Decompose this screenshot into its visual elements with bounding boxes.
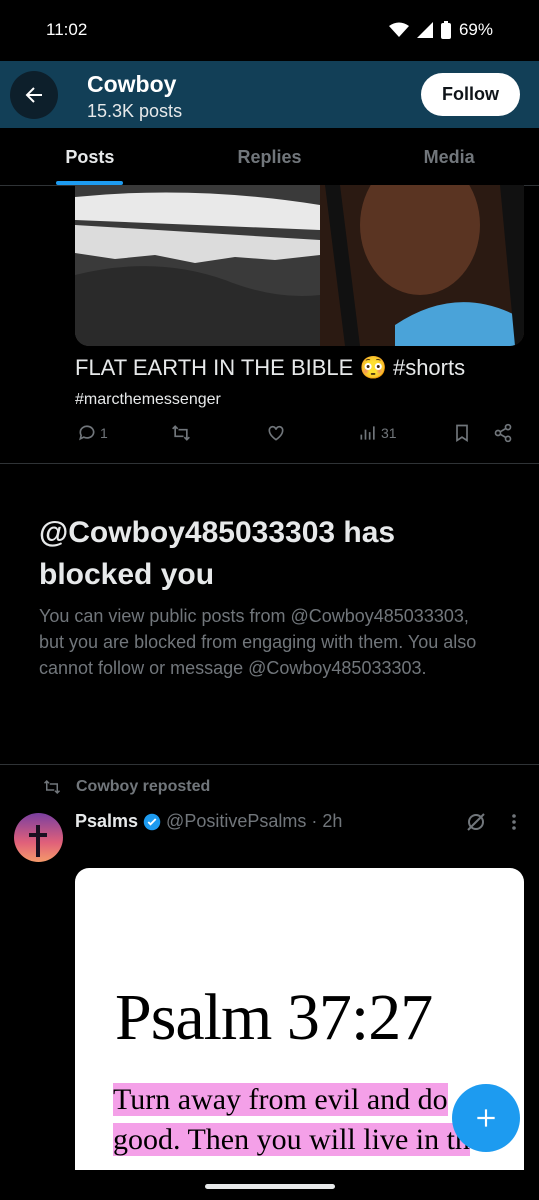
post-count: 15.3K posts [87,101,183,121]
image-heading: Psalm 37:27 [115,981,433,1054]
views-button[interactable]: 31 [358,423,397,443]
wifi-icon [388,22,409,37]
author-handle: @PositivePsalms · 2h [166,811,343,831]
blocked-title: @Cowboy485033303 has blocked you [39,516,396,591]
post-hashtag[interactable]: #marcthemessenger [75,391,221,409]
battery-level: 69% [458,20,493,39]
profile-name: Cowboy [87,71,177,97]
grok-icon [467,813,485,831]
profile-tabs: Posts Replies Media [0,128,539,186]
verse-line: good. Then you will live in th [113,1123,470,1156]
verse-line: Turn away from evil and do [113,1083,448,1116]
blocked-description: You can view public posts from @Cowboy48… [39,606,477,678]
status-icons: 69% [388,20,493,40]
like-button[interactable] [265,423,287,443]
repost-icon [172,425,190,441]
gesture-handle[interactable] [205,1184,335,1189]
tab-replies[interactable]: Replies [180,128,360,185]
bookmark-icon [456,424,468,443]
more-icon [512,814,516,830]
reply-count: 1 [100,425,108,441]
profile-header: Cowboy 15.3K posts Follow [0,61,539,128]
views-icon [360,426,375,440]
repost-label: Cowboy reposted [76,778,211,795]
tab-label: Posts [65,147,115,167]
post-actions: 1 31 [75,423,525,449]
follow-button[interactable]: Follow [421,73,520,116]
views-count: 31 [381,425,397,441]
tab-media[interactable]: Media [359,128,539,185]
compose-icon [477,1109,495,1127]
tab-posts[interactable]: Posts [0,128,180,185]
share-icon [494,423,512,443]
divider [0,764,539,765]
compose-button[interactable] [452,1084,520,1152]
back-arrow-icon [25,87,42,103]
bookmark-button[interactable] [452,423,472,443]
repost-icon [43,779,61,795]
post-author[interactable]: Psalms @PositivePsalms · 2h [75,811,342,832]
back-button[interactable] [10,71,58,119]
like-icon [268,425,284,441]
share-button[interactable] [493,423,513,443]
post-title: FLAT EARTH IN THE BIBLE 😳 #shorts [75,355,466,380]
divider [0,463,539,464]
verified-icon [143,813,161,830]
battery-icon [440,21,451,39]
grok-button[interactable] [464,810,488,839]
video-thumbnail[interactable] [75,185,524,346]
reply-button[interactable]: 1 [77,423,108,443]
status-time: 11:02 [46,20,88,39]
author-name: Psalms [75,811,139,831]
avatar[interactable] [14,813,63,862]
status-bar: 11:02 69% [0,0,539,60]
more-options-button[interactable] [509,812,519,838]
repost-indicator: Cowboy reposted [42,778,210,796]
repost-button[interactable] [170,423,192,443]
signal-icon [416,22,433,38]
reply-icon [79,425,95,441]
tab-label: Replies [237,147,302,167]
tab-label: Media [423,147,475,167]
